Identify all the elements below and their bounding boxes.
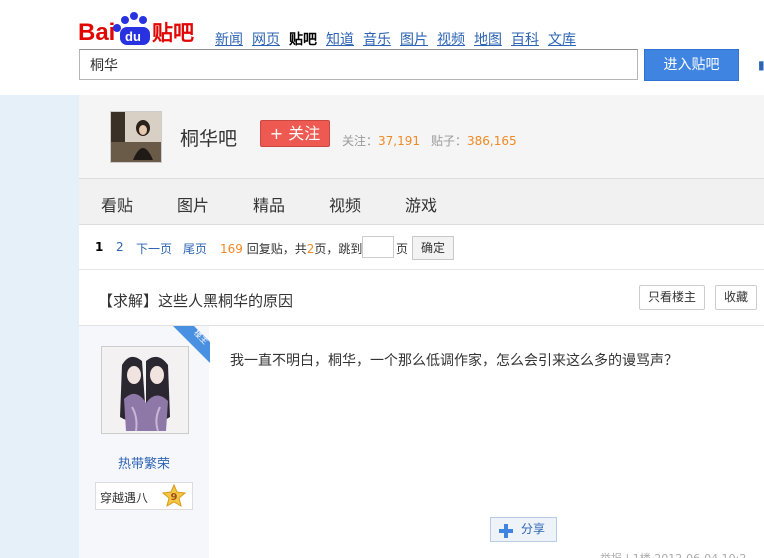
- forum-avatar-photo-icon: [111, 112, 161, 162]
- tab-video[interactable]: 视频: [329, 192, 361, 216]
- top-nav: 新闻 网页 贴吧 知道 音乐 图片 视频 地图 百科 文库: [215, 29, 585, 49]
- nav-images[interactable]: 图片: [400, 32, 428, 48]
- jump-page-input[interactable]: [362, 236, 394, 258]
- nav-map[interactable]: 地图: [474, 32, 502, 48]
- badge-title: 穿越遇八: [100, 491, 149, 505]
- reply-text: 回复贴，共: [246, 242, 307, 256]
- search-input[interactable]: [79, 49, 638, 80]
- confirm-jump-button[interactable]: 确定: [412, 236, 454, 260]
- page-suffix: 页: [396, 242, 409, 256]
- nav-news[interactable]: 新闻: [215, 32, 243, 48]
- tab-featured[interactable]: 精品: [253, 192, 285, 216]
- followers-label: 关注：: [342, 134, 379, 148]
- level-star-icon: 9: [162, 484, 186, 508]
- enter-tieba-button[interactable]: 进入贴吧: [644, 49, 739, 81]
- forum-name[interactable]: 桐华吧: [180, 124, 237, 151]
- posts-stat: 贴子：386,165: [431, 132, 517, 149]
- share-button[interactable]: 分享: [490, 517, 557, 542]
- posts-count: 386,165: [467, 134, 517, 148]
- truncated-link-icon: ▮: [758, 58, 764, 71]
- share-plus-icon: [499, 523, 513, 538]
- tab-threads[interactable]: 看贴: [101, 192, 133, 216]
- floor-owner-tag: 楼主: [173, 326, 210, 363]
- next-page-link[interactable]: 下一页: [136, 240, 172, 257]
- favorite-button[interactable]: 收藏: [715, 285, 757, 310]
- post-body-text: 我一直不明白，桐华，一个那么低调作家，怎么会引来这么多的谩骂声？: [230, 353, 678, 369]
- reply-summary: 169 回复贴，共2页，跳到: [220, 240, 362, 257]
- jump-text: 页，跳到: [314, 242, 363, 256]
- page-2-link[interactable]: 2: [116, 240, 124, 254]
- nav-tieba[interactable]: 贴吧: [289, 32, 317, 48]
- only-author-button[interactable]: 只看楼主: [639, 285, 705, 310]
- followers-count: 37,191: [378, 134, 421, 148]
- thread-title: 【求解】这些人黑桐华的原因: [98, 292, 294, 310]
- svg-text:du: du: [125, 29, 141, 44]
- page-current: 1: [95, 240, 104, 254]
- nav-zhidao[interactable]: 知道: [326, 32, 354, 48]
- followers-stat: 关注：37,191: [342, 132, 420, 149]
- author-name-link[interactable]: 热带繁荣: [79, 453, 209, 472]
- level-number: 9: [171, 492, 178, 503]
- follow-button[interactable]: + 关注: [260, 120, 330, 147]
- svg-text:贴吧: 贴吧: [152, 21, 194, 45]
- post-meta: 举报 | 1楼 2012-06-04 10:2: [600, 550, 746, 558]
- nav-video[interactable]: 视频: [437, 32, 465, 48]
- nav-wenku[interactable]: 文库: [548, 32, 576, 48]
- posts-label: 贴子：: [431, 134, 468, 148]
- nav-music[interactable]: 音乐: [363, 32, 391, 48]
- reply-count: 169: [220, 242, 243, 256]
- left-margin: [0, 95, 79, 558]
- last-page-link[interactable]: 尾页: [183, 240, 207, 257]
- nav-baike[interactable]: 百科: [511, 32, 539, 48]
- svg-text:Bai: Bai: [78, 19, 115, 46]
- forum-avatar[interactable]: [110, 111, 162, 163]
- tab-games[interactable]: 游戏: [405, 192, 437, 216]
- share-label: 分享: [521, 522, 546, 536]
- baidu-tieba-logo[interactable]: Bai du 贴吧: [78, 6, 200, 46]
- nav-web[interactable]: 网页: [252, 32, 280, 48]
- tab-images[interactable]: 图片: [177, 192, 209, 216]
